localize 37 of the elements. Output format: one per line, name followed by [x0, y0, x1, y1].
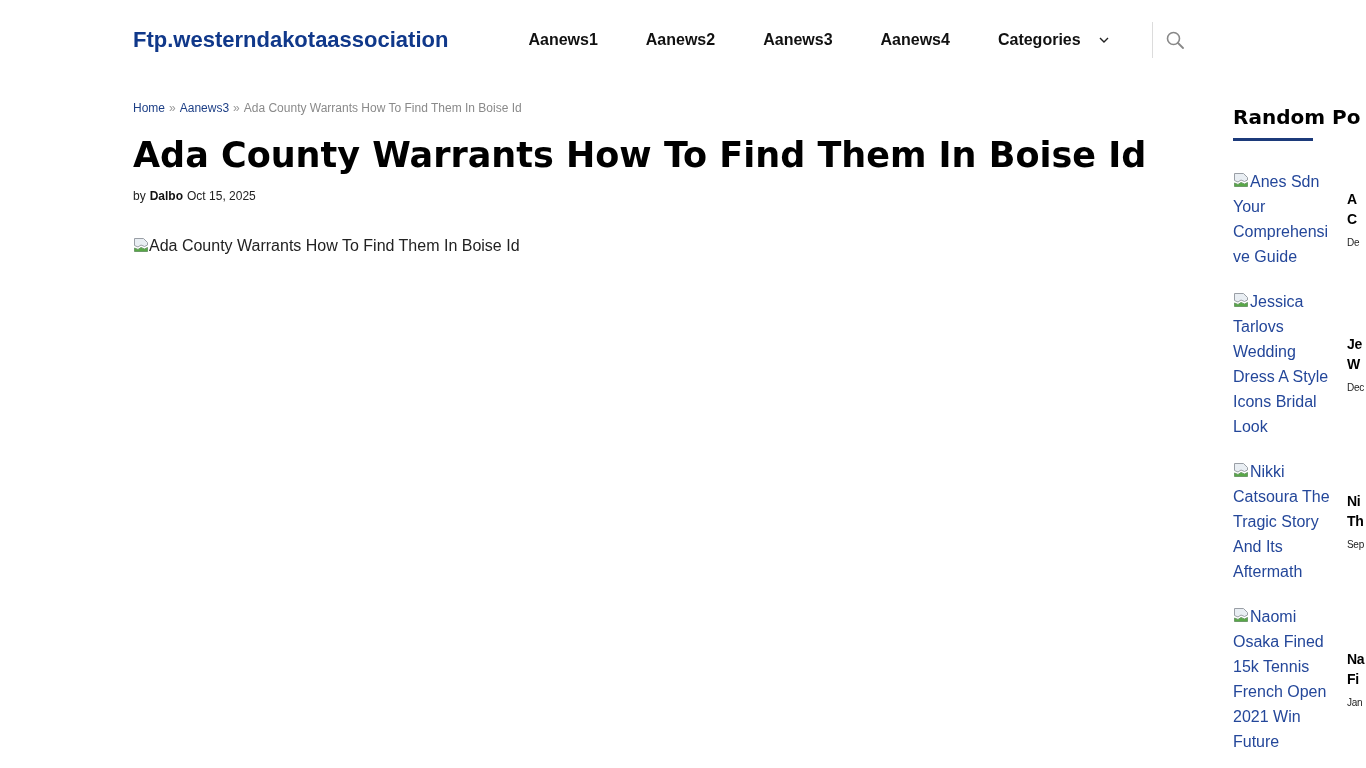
breadcrumb-separator: »: [169, 101, 176, 115]
search-button[interactable]: [1165, 31, 1184, 49]
image-alt-text: Ada County Warrants How To Find Them In Boise Id: [149, 237, 520, 254]
categories-dropdown[interactable]: Categories: [973, 20, 1133, 60]
breadcrumb-separator: »: [233, 101, 240, 115]
post-title-link[interactable]: A C: [1347, 188, 1357, 229]
nav-link[interactable]: Aanews3: [739, 20, 857, 60]
post-date: Jan: [1347, 695, 1363, 710]
image-alt-link[interactable]: Anes Sdn Your Comprehensive Guide: [1233, 169, 1331, 269]
broken-image-icon: [1233, 607, 1249, 623]
post-title-link[interactable]: Ni Th: [1347, 491, 1364, 531]
breadcrumb-current: Ada County Warrants How To Find Them In Boise Id: [243, 101, 522, 115]
post-date: Sep: [1347, 538, 1364, 552]
image-alt-link[interactable]: Nikki Catsoura The Tragic Story And Its Aftermath: [1233, 459, 1331, 584]
image-alt-link[interactable]: Naomi Osaka Fined 15k Tennis French Open 2021 Win Future: [1233, 604, 1331, 754]
broken-image-icon: [1233, 172, 1249, 188]
breadcrumb-link[interactable]: Aanews3: [179, 101, 230, 115]
broken-image-icon: [1233, 462, 1249, 478]
post-date: Oct 15, 2025: [187, 188, 256, 204]
nav-link[interactable]: Aanews1: [504, 20, 622, 60]
post-title-link[interactable]: Je W: [1347, 333, 1362, 374]
image-alt-link[interactable]: Jessica Tarlovs Wedding Dress A Style Icons Bridal Look: [1233, 289, 1331, 439]
post-date: Dec: [1347, 380, 1364, 395]
search-icon: [1165, 31, 1184, 49]
sidebar-heading: Random Po: [1233, 104, 1362, 130]
author-link[interactable]: Dalbo: [149, 188, 184, 204]
nav-link[interactable]: Aanews2: [621, 20, 740, 60]
site-logo[interactable]: Ftp.westerndakotaassociation: [133, 27, 449, 53]
article-title: Ada County Warrants How To Find Them In Boise Id: [133, 134, 1148, 177]
post-date: De: [1347, 235, 1360, 250]
broken-image-icon: [1233, 292, 1249, 308]
byline-prefix: by: [133, 188, 146, 204]
breadcrumb-link[interactable]: Home: [133, 101, 165, 115]
nav-link[interactable]: Aanews4: [856, 20, 974, 60]
chevron-down-icon: [1098, 37, 1109, 43]
broken-image-icon: [133, 237, 149, 253]
post-title-link[interactable]: Na Fi: [1347, 648, 1365, 689]
